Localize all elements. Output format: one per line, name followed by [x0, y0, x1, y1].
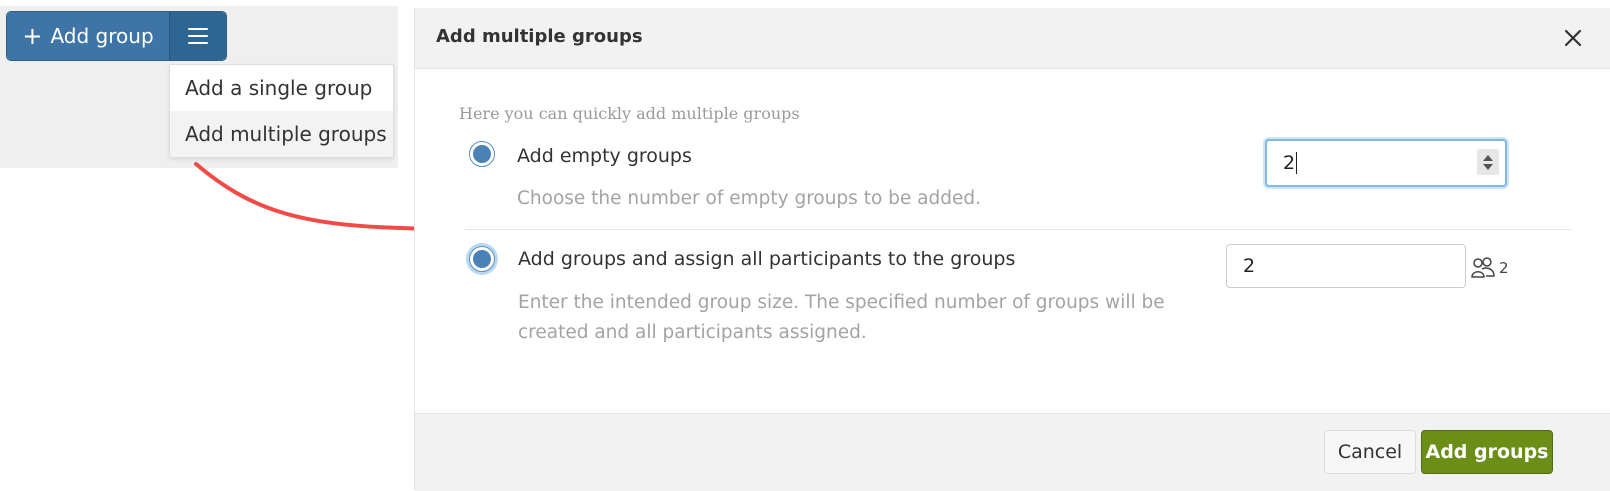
radio-add-empty-groups[interactable]: [469, 141, 495, 167]
number-spinner[interactable]: [1477, 149, 1499, 175]
spinner-up-icon: [1483, 154, 1493, 161]
add-groups-button[interactable]: Add groups: [1421, 430, 1553, 474]
text-caret: [1296, 152, 1298, 174]
radio-dot: [473, 145, 491, 163]
radio-dot: [473, 250, 491, 268]
group-icon: [1471, 257, 1495, 278]
spinner-down-icon: [1483, 163, 1493, 170]
empty-groups-count-input[interactable]: 2: [1265, 139, 1507, 187]
plus-icon: +: [22, 22, 43, 50]
menu-item-add-single-group[interactable]: Add a single group: [170, 65, 393, 111]
menu-item-label: Add a single group: [185, 76, 373, 100]
group-size-input[interactable]: 2: [1226, 244, 1466, 288]
dialog-header: Add multiple groups: [415, 8, 1610, 69]
add-group-menu-toggle[interactable]: [169, 12, 226, 60]
menu-item-add-multiple-groups[interactable]: Add multiple groups: [170, 111, 393, 157]
close-icon[interactable]: [1561, 26, 1585, 50]
radio-add-groups-assign-participants[interactable]: [469, 246, 495, 272]
resulting-group-count-value: 2: [1499, 259, 1509, 277]
hamburger-icon: [188, 28, 208, 44]
resulting-group-count: 2: [1470, 256, 1509, 280]
option-divider: [465, 229, 1571, 230]
option-label-assign-participants: Add groups and assign all participants t…: [518, 248, 1016, 270]
add-group-split-button: + Add group: [6, 11, 227, 61]
dialog-footer: Cancel Add groups: [415, 413, 1610, 491]
empty-groups-count-value: 2: [1283, 152, 1296, 174]
menu-item-label: Add multiple groups: [185, 122, 387, 146]
option-help-assign-participants: Enter the intended group size. The speci…: [518, 292, 1165, 343]
add-group-button[interactable]: + Add group: [7, 12, 169, 60]
add-multiple-groups-dialog: Add multiple groups Here you can quickly…: [414, 8, 1610, 491]
add-group-dropdown: Add a single group Add multiple groups: [169, 64, 394, 158]
group-size-value: 2: [1243, 255, 1256, 277]
toolbar-panel: + Add group Add a single group Add multi…: [0, 6, 398, 168]
add-group-label: Add group: [50, 24, 154, 48]
cancel-button[interactable]: Cancel: [1324, 430, 1416, 474]
option-label-add-empty-groups: Add empty groups: [517, 145, 692, 167]
dialog-title: Add multiple groups: [436, 26, 643, 47]
dialog-intro-text: Here you can quickly add multiple groups: [459, 104, 800, 123]
option-help-add-empty-groups: Choose the number of empty groups to be …: [517, 188, 981, 209]
